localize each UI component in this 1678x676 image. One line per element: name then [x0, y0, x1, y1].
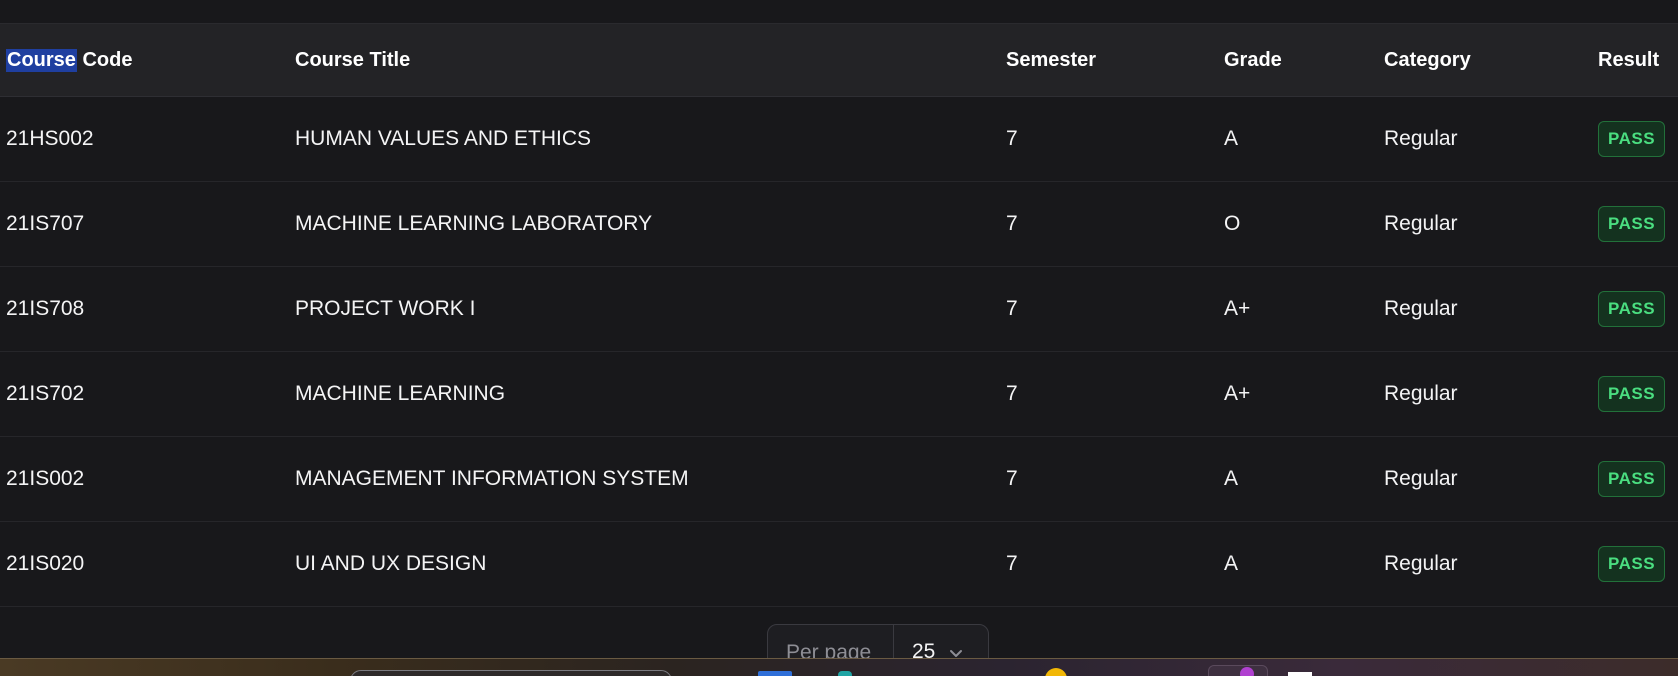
cell-course-title: MACHINE LEARNING LABORATORY — [295, 212, 653, 235]
pass-badge: PASS — [1598, 121, 1666, 157]
results-table: Course Code Course Title Semester Grade … — [0, 24, 1678, 607]
pass-badge: PASS — [1598, 291, 1666, 327]
cell-grade: A — [1224, 127, 1239, 150]
cell-grade: O — [1224, 212, 1241, 235]
cell-result: PASS — [1598, 352, 1666, 436]
taskbar-app-icon[interactable] — [1288, 672, 1312, 676]
cell-result: PASS — [1598, 267, 1666, 351]
cell-result: PASS — [1598, 437, 1666, 521]
cell-course-title: PROJECT WORK I — [295, 297, 476, 320]
cell-category: Regular — [1384, 212, 1458, 235]
top-strip — [0, 0, 1678, 24]
pass-badge: PASS — [1598, 206, 1666, 242]
table-row: 21IS707 MACHINE LEARNING LABORATORY 7 O … — [0, 182, 1678, 267]
cell-semester: 7 — [1006, 382, 1018, 405]
cell-category: Regular — [1384, 127, 1458, 150]
taskbar-app-icon[interactable] — [758, 671, 792, 676]
cell-category: Regular — [1384, 552, 1458, 575]
cell-course-code: 21IS002 — [6, 467, 85, 490]
cell-course-title: MANAGEMENT INFORMATION SYSTEM — [295, 467, 689, 490]
cell-grade: A+ — [1224, 297, 1251, 320]
cell-category: Regular — [1384, 382, 1458, 405]
cell-semester: 7 — [1006, 467, 1018, 490]
cell-result: PASS — [1598, 522, 1666, 606]
cell-course-code: 21IS708 — [6, 297, 85, 320]
taskbar-notification-icon — [1240, 667, 1254, 676]
pass-badge: PASS — [1598, 461, 1666, 497]
pass-badge: PASS — [1598, 376, 1666, 412]
cell-semester: 7 — [1006, 297, 1018, 320]
selected-text: Course — [6, 48, 77, 72]
table-header: Course Code Course Title Semester Grade … — [0, 24, 1678, 97]
table-row: 21HS002 HUMAN VALUES AND ETHICS 7 A Regu… — [0, 97, 1678, 182]
table-row: 21IS708 PROJECT WORK I 7 A+ Regular PASS — [0, 267, 1678, 352]
table-row: 21IS702 MACHINE LEARNING 7 A+ Regular PA… — [0, 352, 1678, 437]
taskbar-search-box[interactable] — [350, 670, 672, 676]
taskbar-app-icon[interactable] — [1208, 665, 1268, 676]
cell-semester: 7 — [1006, 552, 1018, 575]
table-row: 21IS002 MANAGEMENT INFORMATION SYSTEM 7 … — [0, 437, 1678, 522]
cell-semester: 7 — [1006, 127, 1018, 150]
header-semester[interactable]: Semester — [1006, 24, 1096, 96]
taskbar-app-icon[interactable] — [838, 671, 852, 676]
header-course-code[interactable]: Course Code — [6, 24, 132, 96]
header-result[interactable]: Result — [1598, 24, 1659, 96]
header-category[interactable]: Category — [1384, 24, 1471, 96]
cell-category: Regular — [1384, 297, 1458, 320]
cell-course-title: UI AND UX DESIGN — [295, 552, 487, 575]
header-course-code-rest: Code — [76, 48, 133, 71]
table-row: 21IS020 UI AND UX DESIGN 7 A Regular PAS… — [0, 522, 1678, 607]
pass-badge: PASS — [1598, 546, 1666, 582]
cell-result: PASS — [1598, 182, 1666, 266]
cell-grade: A — [1224, 552, 1239, 575]
header-grade[interactable]: Grade — [1224, 24, 1282, 96]
cell-result: PASS — [1598, 97, 1666, 181]
cell-course-code: 21IS702 — [6, 382, 85, 405]
cell-category: Regular — [1384, 467, 1458, 490]
page: Course Code Course Title Semester Grade … — [0, 0, 1678, 676]
os-taskbar — [0, 658, 1678, 676]
cell-course-title: HUMAN VALUES AND ETHICS — [295, 127, 591, 150]
header-course-title[interactable]: Course Title — [295, 24, 410, 96]
cell-course-code: 21IS707 — [6, 212, 85, 235]
cell-grade: A — [1224, 467, 1239, 490]
cell-course-code: 21HS002 — [6, 127, 94, 150]
cell-grade: A+ — [1224, 382, 1251, 405]
cell-course-code: 21IS020 — [6, 552, 85, 575]
cell-course-title: MACHINE LEARNING — [295, 382, 506, 405]
taskbar-app-icon[interactable] — [1045, 668, 1067, 676]
cell-semester: 7 — [1006, 212, 1018, 235]
